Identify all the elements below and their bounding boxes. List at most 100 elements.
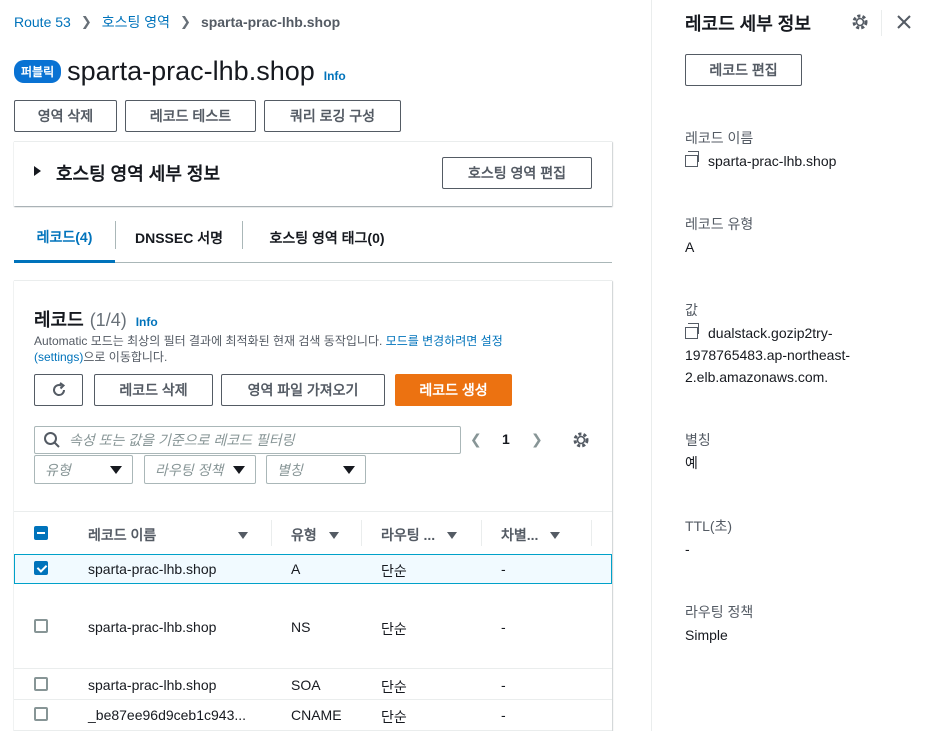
field-value-record-type: A (685, 239, 695, 255)
tab-hosted-zone-tags[interactable]: 호스팅 영역 태그(0) (252, 213, 402, 262)
field-label-routing-policy: 라우팅 정책 (685, 604, 754, 620)
chevron-left-icon[interactable]: ❮ (470, 431, 482, 448)
description-text: Automatic 모드는 최상의 필터 결과에 최적화된 현재 검색 동작입니… (34, 334, 386, 348)
tab-bar: 레코드(4) DNSSEC 서명 호스팅 영역 태그(0) (14, 213, 612, 263)
search-icon (44, 432, 60, 448)
column-header-type[interactable]: 유형 (291, 525, 339, 545)
record-name: sparta-prac-lhb.shop (88, 561, 217, 577)
tab-dnssec[interactable]: DNSSEC 서명 (124, 213, 234, 262)
delete-zone-button[interactable]: 영역 삭제 (14, 100, 117, 132)
value-line-2: 1978765483.ap-northeast- (685, 347, 851, 363)
value-line-3: 2.elb.amazonaws.com. (685, 369, 829, 385)
edit-record-button[interactable]: 레코드 편집 (685, 54, 802, 86)
page-title: sparta-prac-lhb.shop (67, 56, 315, 86)
refresh-button[interactable] (34, 374, 83, 406)
record-type: CNAME (291, 707, 342, 723)
select-all-checkbox[interactable] (34, 526, 48, 540)
hosted-zone-details-title[interactable]: 호스팅 영역 세부 정보 (56, 160, 220, 186)
copy-icon[interactable] (685, 151, 699, 167)
column-divider (591, 520, 592, 546)
breadcrumb-current: sparta-prac-lhb.shop (200, 14, 341, 30)
row-checkbox[interactable] (34, 677, 48, 691)
record-type: SOA (291, 677, 321, 693)
record-diff: - (501, 561, 506, 577)
tab-divider (115, 221, 116, 249)
records-description: Automatic 모드는 최상의 필터 결과에 최적화된 현재 검색 동작입니… (34, 333, 554, 365)
public-badge: 퍼블릭 (14, 60, 62, 83)
caret-down-icon (233, 465, 245, 474)
detail-panel-title: 레코드 세부 정보 (685, 14, 811, 34)
column-divider (481, 520, 482, 546)
copy-icon[interactable] (685, 323, 699, 339)
sort-icon (447, 531, 458, 539)
records-info-link[interactable]: Info (136, 315, 158, 329)
table-row[interactable]: sparta-prac-lhb.shop NS 단순 - (14, 585, 612, 669)
record-diff: - (501, 619, 506, 635)
gear-icon[interactable] (572, 431, 590, 449)
record-name: sparta-prac-lhb.shop (88, 619, 217, 635)
value-line-1: dualstack.gozip2try- (708, 325, 833, 341)
type-filter-select[interactable]: 유형 (34, 455, 133, 484)
page-number[interactable]: 1 (502, 431, 510, 447)
caret-right-icon[interactable] (34, 166, 41, 176)
record-detail-panel: 레코드 세부 정보 레코드 편집 레코드 이름 sparta-prac-lhb.… (651, 0, 933, 731)
type-filter-label: 유형 (45, 461, 71, 478)
table-header: 레코드 이름 유형 라우팅 ... 차별... (14, 511, 612, 555)
record-routing: 단순 (381, 621, 407, 637)
gear-icon[interactable] (851, 13, 869, 31)
table-row[interactable]: _be87ee96d9ceb1c943... CNAME 단순 - (14, 701, 612, 731)
routing-filter-label: 라우팅 정책 (155, 461, 224, 478)
chevron-right-icon[interactable]: ❯ (531, 431, 543, 448)
column-diff-label: 차별... (501, 527, 539, 543)
create-record-button[interactable]: 레코드 생성 (395, 374, 512, 406)
value-line: dualstack.gozip2try- (685, 322, 850, 344)
records-count: (1/4) (89, 310, 127, 330)
chevron-right-icon: ❯ (80, 14, 92, 29)
search-placeholder: 속성 또는 값을 기준으로 레코드 필터링 (69, 432, 295, 448)
column-header-routing[interactable]: 라우팅 ... (381, 525, 458, 545)
row-checkbox[interactable] (34, 707, 48, 721)
breadcrumb-hosted-zones[interactable]: 호스팅 영역 (102, 12, 170, 32)
refresh-icon (52, 382, 65, 396)
row-checkbox[interactable] (34, 561, 48, 575)
field-label-record-type: 레코드 유형 (685, 216, 754, 232)
hosted-zone-details-panel: 호스팅 영역 세부 정보 호스팅 영역 편집 (14, 141, 612, 206)
breadcrumb-route53[interactable]: Route 53 (14, 14, 71, 30)
test-record-button[interactable]: 레코드 테스트 (125, 100, 256, 132)
query-logging-button[interactable]: 쿼리 로깅 구성 (264, 100, 401, 132)
table-row[interactable]: sparta-prac-lhb.shop A 단순 - (14, 554, 612, 584)
column-header-name[interactable]: 레코드 이름 (88, 525, 249, 545)
field-label-ttl: TTL(초) (685, 518, 733, 534)
field-label-alias: 별칭 (685, 432, 711, 448)
main-content: Route 53 ❯ 호스팅 영역 ❯ sparta-prac-lhb.shop… (0, 0, 651, 731)
breadcrumb: Route 53 ❯ 호스팅 영역 ❯ sparta-prac-lhb.shop (14, 12, 340, 32)
description-suffix: 으로 이동합니다. (83, 350, 168, 364)
page-header: 퍼블릭 sparta-prac-lhb.shop Info (14, 56, 346, 87)
close-icon[interactable] (895, 13, 913, 31)
info-link[interactable]: Info (324, 69, 346, 83)
field-label-value: 값 (685, 302, 698, 318)
column-header-diff[interactable]: 차별... (501, 525, 561, 545)
table-row[interactable]: sparta-prac-lhb.shop SOA 단순 - (14, 670, 612, 700)
record-routing: 단순 (381, 709, 407, 725)
column-type-label: 유형 (291, 527, 317, 543)
sort-icon (238, 531, 249, 539)
tab-divider (242, 221, 243, 249)
record-name: _be87ee96d9ceb1c943... (88, 707, 247, 723)
records-container: 레코드 (1/4) Info Automatic 모드는 최상의 필터 결과에 … (14, 280, 612, 731)
column-divider (361, 520, 362, 546)
import-zone-file-button[interactable]: 영역 파일 가져오기 (221, 374, 385, 406)
record-routing: 단순 (381, 563, 407, 579)
delete-record-button[interactable]: 레코드 삭제 (94, 374, 213, 406)
field-value-ttl: - (685, 541, 690, 557)
alias-filter-select[interactable]: 별칭 (266, 455, 366, 484)
edit-hosted-zone-button[interactable]: 호스팅 영역 편집 (442, 157, 592, 189)
field-value-alias: 예 (685, 455, 698, 471)
caret-down-icon (110, 465, 122, 474)
search-input[interactable]: 속성 또는 값을 기준으로 레코드 필터링 (34, 426, 461, 454)
records-title: 레코드 (34, 310, 84, 330)
column-name-label: 레코드 이름 (88, 527, 157, 543)
tab-records[interactable]: 레코드(4) (14, 213, 115, 263)
routing-filter-select[interactable]: 라우팅 정책 (144, 455, 256, 484)
row-checkbox[interactable] (34, 619, 48, 633)
